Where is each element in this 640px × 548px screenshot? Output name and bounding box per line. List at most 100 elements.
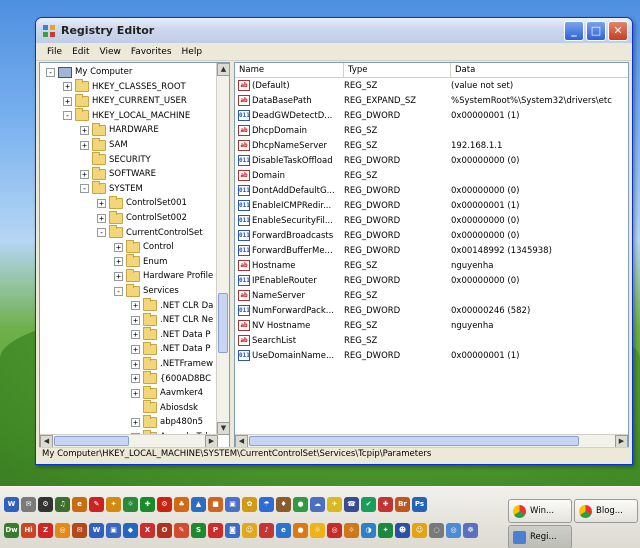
- value-row[interactable]: ab (Default) REG_SZ (value not set): [235, 78, 628, 93]
- quick-launch-icon[interactable]: ◎: [446, 523, 461, 538]
- taskbar-button-win[interactable]: Win...: [508, 499, 572, 523]
- registry-key-tree[interactable]: - My Computer + HKEY_CLASSES_ROOT + HKEY_CURR…: [39, 62, 230, 448]
- tree-item[interactable]: - My Computer: [46, 65, 132, 79]
- tree-item[interactable]: + .NET Data P: [131, 327, 210, 342]
- quick-launch-icon[interactable]: Ps: [412, 497, 427, 512]
- expand-icon[interactable]: +: [131, 330, 140, 340]
- tree-item[interactable]: + Aavmker4: [131, 385, 203, 400]
- quick-launch-icon[interactable]: ✈: [327, 497, 342, 512]
- tree-item[interactable]: - Services: [114, 283, 179, 298]
- quick-launch-icon[interactable]: ☼: [344, 523, 359, 538]
- tree-item[interactable]: + abp480n5: [131, 414, 203, 429]
- scroll-down-button[interactable]: ▼: [217, 422, 229, 435]
- quick-launch-icon[interactable]: ✚: [140, 497, 155, 512]
- quick-launch-icon[interactable]: ✉: [72, 523, 87, 538]
- quick-launch-icon[interactable]: ●: [293, 523, 308, 538]
- quick-launch-icon[interactable]: ✉: [21, 497, 36, 512]
- menu-help[interactable]: Help: [177, 47, 208, 57]
- value-row[interactable]: 011 EnableICMPRedir... REG_DWORD 0x00000001…: [235, 198, 628, 213]
- value-row[interactable]: 011 ForwardBufferMe... REG_DWORD 0x00148992…: [235, 243, 628, 258]
- quick-launch-icon[interactable]: X: [140, 523, 155, 538]
- tree-item[interactable]: + Enum: [114, 254, 167, 269]
- expand-icon[interactable]: +: [131, 359, 140, 369]
- registry-values-list[interactable]: Name Type Data ab (Default) REG_SZ (value n…: [234, 62, 629, 448]
- quick-launch-icon[interactable]: ⚙: [157, 497, 172, 512]
- expand-icon[interactable]: +: [131, 388, 140, 398]
- tree-item[interactable]: - CurrentControlSet: [97, 225, 203, 240]
- tree-item[interactable]: + ControlSet001: [97, 195, 187, 210]
- quick-launch-icon[interactable]: Dw: [4, 523, 19, 538]
- quick-launch-icon[interactable]: Hi: [21, 523, 36, 538]
- menu-file[interactable]: File: [42, 47, 67, 57]
- tree-item[interactable]: + SOFTWARE: [80, 166, 156, 181]
- menu-favorites[interactable]: Favorites: [126, 47, 177, 57]
- quick-launch-icon[interactable]: ◙: [225, 523, 240, 538]
- quick-launch-icon[interactable]: ◑: [361, 523, 376, 538]
- tree-item[interactable]: SECURITY: [80, 152, 151, 167]
- quick-launch-icon[interactable]: Br: [395, 497, 410, 512]
- expand-icon[interactable]: +: [131, 315, 140, 325]
- column-header-name[interactable]: Name: [235, 63, 344, 78]
- value-row[interactable]: ab Hostname REG_SZ nguyenha: [235, 258, 628, 273]
- quick-launch-icon[interactable]: ●: [293, 497, 308, 512]
- expand-icon[interactable]: +: [97, 198, 106, 208]
- value-row[interactable]: 011 DeadGWDetectD... REG_DWORD 0x00000001 (…: [235, 108, 628, 123]
- quick-launch-icon[interactable]: ♦: [276, 497, 291, 512]
- tree-scroll-thumb[interactable]: [218, 293, 228, 353]
- tree-item[interactable]: + {600AD8BC: [131, 371, 211, 386]
- quick-launch-icon[interactable]: ♣: [174, 497, 189, 512]
- quick-launch-icon[interactable]: O: [157, 523, 172, 538]
- value-row[interactable]: ab Domain REG_SZ: [235, 168, 628, 183]
- quick-launch-icon[interactable]: ☼: [310, 523, 325, 538]
- maximize-button[interactable]: □: [586, 20, 606, 41]
- value-row[interactable]: 011 IPEnableRouter REG_DWORD 0x00000000 (0): [235, 273, 628, 288]
- tree-horizontal-scrollbar[interactable]: ◀ ▶: [40, 434, 218, 447]
- value-row[interactable]: 011 UseDomainName... REG_DWORD 0x00000001 (…: [235, 348, 628, 363]
- collapse-icon[interactable]: -: [97, 228, 106, 238]
- value-row[interactable]: ab NV Hostname REG_SZ nguyenha: [235, 318, 628, 333]
- quick-launch-icon[interactable]: e: [276, 523, 291, 538]
- quick-launch-icon[interactable]: ✦: [378, 523, 393, 538]
- tree-item[interactable]: + ControlSet002: [97, 210, 187, 225]
- quick-launch-icon[interactable]: Z: [38, 523, 53, 538]
- column-header-data[interactable]: Data: [451, 63, 628, 78]
- tree-item[interactable]: + Control: [114, 239, 174, 254]
- value-row[interactable]: ab NameServer REG_SZ: [235, 288, 628, 303]
- quick-launch-icon[interactable]: ♫: [55, 497, 70, 512]
- value-row[interactable]: 011 DisableTaskOffload REG_DWORD 0x00000000…: [235, 153, 628, 168]
- expand-icon[interactable]: +: [131, 374, 140, 384]
- tree-vertical-scrollbar[interactable]: ▲ ▼: [216, 63, 229, 435]
- quick-launch-icon[interactable]: ☻: [395, 523, 410, 538]
- quick-launch-icon[interactable]: ◆: [123, 523, 138, 538]
- collapse-icon[interactable]: -: [46, 67, 55, 77]
- taskbar-button-blog[interactable]: Blog...: [574, 499, 638, 523]
- taskbar-button-registry[interactable]: Regi...: [508, 525, 572, 548]
- value-row[interactable]: 011 NumForwardPack... REG_DWORD 0x00000246 …: [235, 303, 628, 318]
- quick-launch-icon[interactable]: P: [208, 523, 223, 538]
- expand-icon[interactable]: +: [63, 96, 72, 106]
- value-row[interactable]: ab DhcpNameServer REG_SZ 192.168.1.1: [235, 138, 628, 153]
- quick-launch-icon[interactable]: ☺: [412, 523, 427, 538]
- menu-edit[interactable]: Edit: [67, 47, 94, 57]
- quick-launch-icon[interactable]: ▣: [106, 523, 121, 538]
- quick-launch-icon[interactable]: ☂: [259, 497, 274, 512]
- expand-icon[interactable]: +: [97, 213, 106, 223]
- quick-launch-icon[interactable]: ▣: [225, 497, 240, 512]
- value-row[interactable]: ab DataBasePath REG_EXPAND_SZ %SystemRoot%\…: [235, 93, 628, 108]
- tree-item[interactable]: + .NET CLR Ne: [131, 312, 213, 327]
- value-row[interactable]: ab DhcpDomain REG_SZ: [235, 123, 628, 138]
- quick-launch-icon[interactable]: ✦: [106, 497, 121, 512]
- expand-icon[interactable]: +: [114, 242, 123, 252]
- tree-item[interactable]: + SAM: [80, 137, 128, 152]
- quick-launch-icon[interactable]: ◎: [327, 523, 342, 538]
- quick-launch-icon[interactable]: W: [89, 523, 104, 538]
- tree-item[interactable]: + Hardware Profile: [114, 268, 213, 283]
- quick-launch-icon[interactable]: W: [4, 497, 19, 512]
- quick-launch-icon[interactable]: e: [72, 497, 87, 512]
- list-hscroll-thumb[interactable]: [249, 436, 579, 446]
- title-bar[interactable]: Registry Editor _ □ ✕: [36, 18, 632, 43]
- list-horizontal-scrollbar[interactable]: ◀ ▶: [235, 434, 628, 447]
- tree-item[interactable]: + .NETFramew: [131, 356, 213, 371]
- scroll-up-button[interactable]: ▲: [217, 63, 229, 76]
- expand-icon[interactable]: +: [80, 169, 89, 179]
